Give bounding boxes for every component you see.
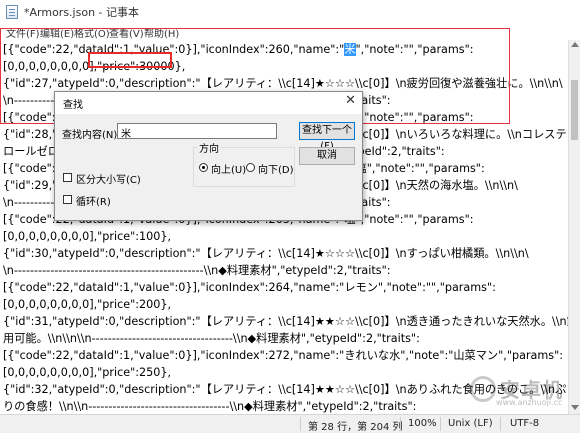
find-dialog-body: 查找内容(N): 米 查找下一个(F) 取消 方向 向上(U) 向下(D) 区分… [55, 114, 362, 220]
text-segment: [0,0,0,0,0,0,0,0],"price":100}, [3, 230, 172, 243]
text-line: [0,0,0,0,0,0,0,0],"price":30000}, [3, 58, 185, 75]
zoom-level: 100% [408, 418, 437, 429]
text-line: [0,0,0,0,0,0,0,0],"price":200}, [3, 296, 171, 313]
encoding: UTF-8 [510, 418, 540, 429]
text-segment: {"id":31,"atypeId":0,"description":"【レアリ… [3, 315, 568, 328]
menu-view[interactable]: 查看(V) [109, 25, 144, 40]
cursor-position: 第 28 行，第 204 列 [308, 422, 403, 433]
find-dialog: 查找 ✕ 查找内容(N): 米 查找下一个(F) 取消 方向 向上(U) 向下(… [54, 91, 363, 221]
text-segment: \n--------------------------------------… [3, 264, 391, 277]
window-title: *Armors.json - 记事本 [24, 6, 140, 19]
text-line: [{"code":22,"dataId":1,"value":0}],"icon… [3, 347, 563, 364]
text-segment: [0,0,0,0,0,0,0,0],"price":200}, [3, 298, 172, 311]
direction-up-label: 向上(U) [211, 165, 247, 176]
scroll-up-arrow-icon[interactable] [571, 42, 579, 47]
menu-file[interactable]: 文件(F) [6, 25, 40, 40]
text-segment: {"id":27,"atypeId":0,"description":"【レアリ… [3, 77, 563, 90]
text-segment: {"id":32,"atypeId":0,"description":"【レアリ… [3, 383, 568, 396]
direction-label: 方向 [197, 140, 221, 155]
line-ending: Unix (LF) [448, 418, 493, 429]
wrap-around-checkbox[interactable] [63, 195, 72, 204]
find-label: 查找内容(N): [62, 130, 121, 141]
text-segment: ","note":"","params": [355, 43, 474, 56]
status-bar: 第 28 行，第 204 列 100% Unix (LF) UTF-8 [0, 414, 580, 433]
vertical-scrollbar[interactable] [568, 40, 580, 414]
text-line: [{"code":22,"dataId":1,"value":0}],"icon… [3, 279, 496, 296]
find-input[interactable]: 米 [117, 123, 277, 140]
notepad-icon [6, 5, 18, 19]
text-line: [0,0,0,0,0,0,0,0],"price":250}, [3, 364, 171, 381]
text-segment: [{"code":22,"dataId":1,"value":0}],"icon… [3, 281, 496, 294]
text-line: {"id":27,"atypeId":0,"description":"【レアリ… [3, 75, 563, 92]
text-line: {"id":32,"atypeId":0,"description":"【レアリ… [3, 381, 568, 398]
text-segment: {"id":30,"atypeId":0,"description":"【レアリ… [3, 247, 529, 260]
text-segment: りの食感！\\n\\n-----------------------------… [3, 400, 417, 413]
close-icon[interactable]: ✕ [345, 93, 356, 108]
direction-down-radio[interactable] [246, 163, 255, 172]
menu-edit[interactable]: 编辑(E) [40, 25, 74, 40]
text-segment: 用可能。\\n\\n\\n---------------------------… [3, 332, 420, 345]
match-case-label: 区分大小写(C) [76, 175, 141, 186]
title-bar: *Armors.json - 记事本 [0, 0, 580, 24]
find-next-button[interactable]: 查找下一个(F) [299, 122, 355, 152]
menu-bar: 文件(F) 编辑(E) 格式(O) 查看(V) 帮助(H) [0, 24, 580, 40]
selected-text: 米 [344, 43, 356, 56]
text-segment: [{"code":22,"dataId":1,"value":0}],"icon… [3, 43, 345, 56]
menu-help[interactable]: 帮助(H) [144, 25, 179, 40]
find-dialog-title: 查找 [63, 100, 83, 111]
text-line: \n--------------------------------------… [3, 262, 391, 279]
text-line: {"id":30,"atypeId":0,"description":"【レアリ… [3, 245, 529, 262]
text-line: りの食感！\\n\\n-----------------------------… [3, 398, 416, 414]
scroll-down-arrow-icon[interactable] [571, 405, 579, 410]
scrollbar-thumb[interactable] [571, 80, 578, 140]
text-segment: [{"code":22,"dataId":1,"value":0}],"icon… [3, 349, 564, 362]
direction-group: 方向 向上(U) 向下(D) [193, 140, 295, 187]
cancel-button[interactable]: 取消 [299, 147, 355, 165]
text-line: {"id":31,"atypeId":0,"description":"【レアリ… [3, 313, 568, 330]
direction-down-label: 向下(D) [258, 165, 294, 176]
text-segment: [0,0,0,0,0,0,0,0],"price":250}, [3, 366, 172, 379]
menu-format[interactable]: 格式(O) [74, 25, 110, 40]
match-case-checkbox[interactable] [63, 173, 72, 182]
text-line: 用可能。\\n\\n\\n---------------------------… [3, 330, 420, 347]
wrap-around-label: 循环(R) [76, 197, 111, 208]
text-segment: [0,0,0,0,0,0,0,0],"price":30000}, [3, 60, 186, 73]
direction-up-radio[interactable] [199, 163, 208, 172]
text-line: [{"code":22,"dataId":1,"value":0}],"icon… [3, 41, 474, 58]
text-line: [0,0,0,0,0,0,0,0],"price":100}, [3, 228, 171, 245]
